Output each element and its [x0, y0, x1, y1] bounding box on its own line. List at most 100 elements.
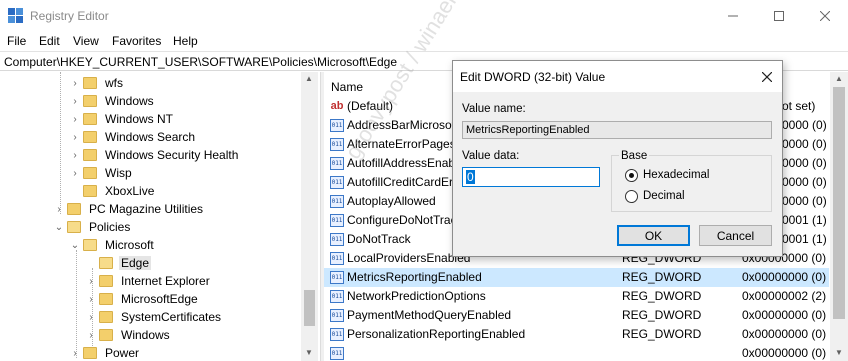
folder-icon: [99, 311, 113, 323]
value-row[interactable]: 011110PaymentMethodQueryEnabledREG_DWORD…: [324, 306, 829, 325]
maximize-button[interactable]: [756, 0, 802, 32]
folder-icon: [83, 185, 97, 197]
tree-item[interactable]: › wfs: [70, 74, 125, 92]
value-name-label: Value name:: [462, 103, 526, 115]
tree-scrollbar[interactable]: ▲ ▼: [301, 72, 318, 361]
address-path[interactable]: Computer\HKEY_CURRENT_USER\SOFTWARE\Poli…: [4, 55, 397, 69]
base-label: Base: [619, 150, 650, 162]
key-tree: › wfs › Windows › Windows NT › Windows Searc…: [0, 72, 320, 361]
dword-value-icon: 011110: [330, 271, 344, 284]
chevron-right-icon[interactable]: ›: [70, 132, 80, 143]
tree-item[interactable]: XboxLive: [70, 182, 156, 200]
scroll-down-icon[interactable]: ▼: [305, 348, 313, 357]
tree-guide-line: [60, 72, 61, 214]
dword-value-icon: 011110: [330, 176, 344, 189]
folder-icon: [83, 167, 97, 179]
menu-favorites[interactable]: Favorites: [112, 34, 161, 48]
tree-item[interactable]: › PC Magazine Utilities: [54, 200, 205, 218]
tree-item[interactable]: ⌄ Policies: [54, 218, 132, 236]
value-row[interactable]: 011110NetworkPredictionOptionsREG_DWORD0…: [324, 287, 829, 306]
value-name-field: MetricsReportingEnabled: [462, 121, 772, 139]
dword-value-icon: 011110: [330, 347, 344, 360]
chevron-right-icon[interactable]: ›: [86, 276, 96, 287]
menu-view[interactable]: View: [73, 34, 99, 48]
chevron-right-icon[interactable]: ›: [70, 168, 80, 179]
folder-icon: [83, 95, 97, 107]
tree-item[interactable]: › Windows: [70, 92, 156, 110]
chevron-right-icon[interactable]: ›: [86, 294, 96, 305]
base-group: [611, 155, 772, 212]
values-scroll-thumb[interactable]: [833, 87, 845, 319]
folder-icon: [99, 275, 113, 287]
chevron-right-icon[interactable]: ›: [86, 312, 96, 323]
dialog-title-bar: Edit DWORD (32-bit) Value: [453, 61, 782, 92]
tree-item[interactable]: ⌄ Microsoft: [70, 236, 156, 254]
value-row[interactable]: 011110PersonalizationReportingEnabledREG…: [324, 325, 829, 344]
menu-help[interactable]: Help: [173, 34, 198, 48]
tree-guide-line: [76, 250, 77, 358]
dword-value-icon: 011110: [330, 157, 344, 170]
string-value-icon: ab: [330, 100, 344, 112]
folder-open-icon: [99, 257, 113, 269]
chevron-down-icon[interactable]: ⌄: [54, 222, 64, 233]
dword-value-icon: 011110: [330, 252, 344, 265]
value-data-label: Value data:: [462, 150, 520, 162]
minimize-button[interactable]: [710, 0, 756, 32]
dialog-title: Edit DWORD (32-bit) Value: [460, 70, 606, 84]
tree-item-selected[interactable]: Edge: [86, 254, 152, 272]
column-header-name[interactable]: Name: [331, 80, 363, 94]
folder-icon: [67, 203, 81, 215]
tree-item[interactable]: › SystemCertificates: [86, 308, 223, 326]
decimal-label[interactable]: Decimal: [643, 190, 685, 202]
chevron-right-icon[interactable]: ›: [70, 96, 80, 107]
tree-item[interactable]: › Power: [70, 344, 141, 361]
chevron-down-icon[interactable]: ⌄: [70, 240, 80, 251]
tree-item[interactable]: › MicrosoftEdge: [86, 290, 200, 308]
chevron-right-icon[interactable]: ›: [86, 330, 96, 341]
dword-value-icon: 011110: [330, 119, 344, 132]
chevron-right-icon[interactable]: ›: [70, 78, 80, 89]
hexadecimal-label[interactable]: Hexadecimal: [643, 169, 709, 181]
decimal-radio[interactable]: [625, 190, 638, 203]
scroll-up-icon[interactable]: ▲: [305, 74, 313, 83]
close-icon: [762, 71, 772, 82]
tree-item[interactable]: › Windows Security Health: [70, 146, 240, 164]
dword-value-icon: 011110: [330, 233, 344, 246]
value-data-input[interactable]: 0: [462, 167, 600, 187]
folder-icon: [83, 149, 97, 161]
close-button[interactable]: [802, 0, 848, 32]
tree-item[interactable]: › Windows: [86, 326, 172, 344]
scroll-up-icon[interactable]: ▲: [835, 74, 843, 83]
cancel-button[interactable]: Cancel: [699, 225, 772, 246]
value-row[interactable]: 0111100x00000000 (0): [324, 344, 829, 361]
folder-open-icon: [67, 221, 81, 233]
tree-item[interactable]: › Wisp: [70, 164, 134, 182]
tree-scroll-thumb[interactable]: [304, 290, 315, 326]
dword-value-icon: 011110: [330, 195, 344, 208]
dword-value-icon: 011110: [330, 214, 344, 227]
menu-edit[interactable]: Edit: [39, 34, 60, 48]
scroll-down-icon[interactable]: ▼: [835, 348, 843, 357]
chevron-right-icon[interactable]: ›: [70, 150, 80, 161]
chevron-right-icon[interactable]: ›: [70, 114, 80, 125]
chevron-right-icon[interactable]: ›: [70, 348, 80, 359]
value-data-text[interactable]: 0: [466, 170, 475, 184]
hexadecimal-radio[interactable]: [625, 169, 638, 182]
dword-value-icon: 011110: [330, 309, 344, 322]
dialog-close-button[interactable]: [752, 61, 782, 92]
folder-icon: [99, 329, 113, 341]
ok-button[interactable]: OK: [617, 225, 690, 246]
window-title: Registry Editor: [30, 9, 109, 23]
tree-item[interactable]: › Windows NT: [70, 110, 175, 128]
value-row-selected[interactable]: 011110MetricsReportingEnabledREG_DWORD0x…: [324, 268, 829, 287]
chevron-right-icon[interactable]: ›: [54, 204, 64, 215]
folder-icon: [99, 293, 113, 305]
registry-editor-icon: [8, 8, 24, 24]
values-scrollbar[interactable]: ▲ ▼: [830, 72, 848, 361]
tree-item[interactable]: › Windows Search: [70, 128, 197, 146]
minimize-icon: [728, 15, 738, 17]
dword-value-icon: 011110: [330, 290, 344, 303]
tree-item[interactable]: › Internet Explorer: [86, 272, 212, 290]
menu-file[interactable]: File: [7, 34, 26, 48]
folder-icon: [83, 113, 97, 125]
